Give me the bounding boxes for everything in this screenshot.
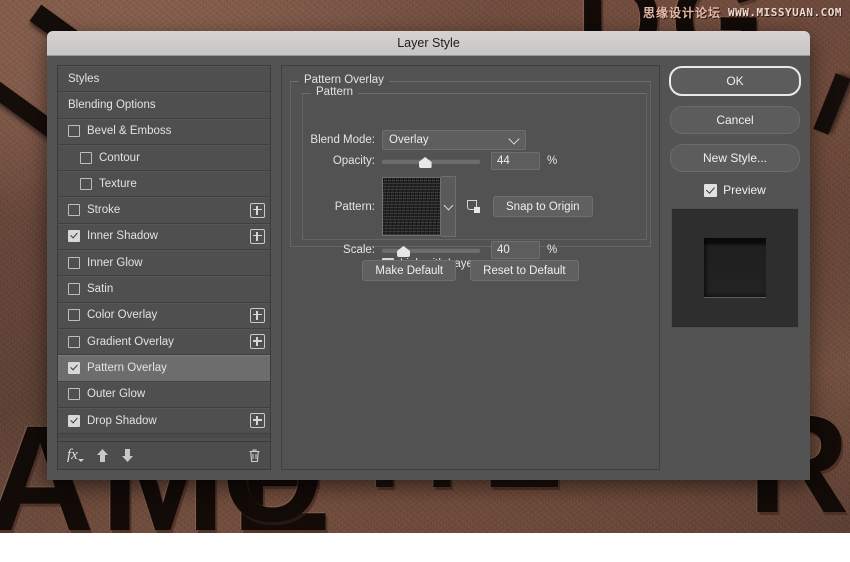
scale-slider-track bbox=[382, 248, 480, 253]
scale-label: Scale: bbox=[343, 244, 375, 256]
preview-checkbox[interactable] bbox=[704, 183, 718, 197]
effect-checkbox[interactable] bbox=[68, 361, 80, 374]
effect-checkbox[interactable] bbox=[68, 256, 80, 269]
effect-row-outer-glow[interactable]: Outer Glow bbox=[58, 381, 270, 408]
effect-label: Styles bbox=[68, 72, 100, 85]
effect-label: Blending Options bbox=[68, 98, 156, 111]
effect-row-contour[interactable]: Contour bbox=[58, 144, 270, 172]
options-panel: Pattern Overlay Pattern Blend Mode: Over… bbox=[281, 65, 660, 470]
effect-row-inner-glow[interactable]: Inner Glow bbox=[58, 250, 270, 277]
add-effect-icon[interactable] bbox=[250, 334, 265, 350]
preview-thumbnail-shape bbox=[704, 238, 766, 298]
scale-input[interactable]: 40 bbox=[491, 241, 540, 259]
blend-mode-value: Overlay bbox=[389, 134, 429, 146]
opacity-row: Opacity: 44 % bbox=[303, 152, 557, 170]
effect-label: Inner Shadow bbox=[87, 230, 158, 243]
new-pattern-icon-fill bbox=[474, 207, 480, 213]
effects-list: Styles Blending Options Bevel & Emboss Cont… bbox=[58, 66, 270, 438]
pattern-row: Pattern: Snap to Origin bbox=[303, 176, 593, 237]
blend-mode-row: Blend Mode: Overlay bbox=[303, 130, 526, 150]
preview-row[interactable]: Preview bbox=[704, 183, 766, 197]
opacity-unit: % bbox=[547, 155, 558, 167]
effect-checkbox[interactable] bbox=[68, 125, 80, 138]
watermark-chinese: 思缘设计论坛 bbox=[643, 6, 722, 20]
effect-row-styles[interactable]: Styles bbox=[58, 66, 270, 93]
effect-checkbox[interactable] bbox=[68, 283, 80, 296]
scale-slider[interactable] bbox=[382, 243, 480, 257]
add-effect-icon[interactable] bbox=[250, 228, 265, 244]
pattern-picker-dropdown[interactable] bbox=[441, 176, 456, 237]
effect-label: Pattern Overlay bbox=[87, 361, 167, 374]
effect-row-drop-shadow[interactable]: Drop Shadow bbox=[58, 407, 270, 435]
chevron-down-icon bbox=[443, 200, 453, 210]
default-buttons-row: Make Default Reset to Default bbox=[282, 260, 659, 281]
effects-toolbar: fx bbox=[58, 441, 270, 469]
fx-icon[interactable]: fx bbox=[67, 447, 84, 464]
effect-row-gradient-overlay[interactable]: Gradient Overlay bbox=[58, 328, 270, 356]
reset-to-default-button[interactable]: Reset to Default bbox=[470, 260, 579, 281]
effect-row-blending-options[interactable]: Blending Options bbox=[58, 92, 270, 119]
pattern-legend: Pattern bbox=[311, 86, 359, 98]
effect-row-bevel-emboss[interactable]: Bevel & Emboss bbox=[58, 118, 270, 145]
effect-row-pattern-overlay[interactable]: Pattern Overlay bbox=[58, 355, 270, 382]
actions-panel: OK Cancel New Style... Preview bbox=[669, 65, 801, 470]
layer-style-dialog: Layer Style Styles Blending Options Bevel … bbox=[47, 31, 810, 480]
effect-label: Stroke bbox=[87, 204, 121, 217]
blend-mode-select[interactable]: Overlay bbox=[382, 130, 526, 150]
snap-to-origin-button[interactable]: Snap to Origin bbox=[493, 196, 593, 217]
effect-row-color-overlay[interactable]: Color Overlay bbox=[58, 302, 270, 329]
arrow-up-icon[interactable] bbox=[96, 448, 109, 463]
trash-icon[interactable] bbox=[248, 448, 261, 463]
opacity-input[interactable]: 44 bbox=[491, 152, 540, 170]
effect-label: Gradient Overlay bbox=[87, 335, 174, 348]
effect-checkbox[interactable] bbox=[68, 335, 80, 348]
effect-checkbox[interactable] bbox=[68, 414, 80, 427]
effect-checkbox[interactable] bbox=[68, 204, 80, 217]
effect-label: Color Overlay bbox=[87, 309, 158, 322]
effect-label: Bevel & Emboss bbox=[87, 125, 172, 138]
opacity-slider[interactable] bbox=[382, 154, 480, 168]
scale-row: Scale: 40 % bbox=[303, 241, 557, 259]
new-style-button[interactable]: New Style... bbox=[670, 144, 800, 172]
dialog-titlebar[interactable]: Layer Style bbox=[47, 31, 810, 56]
watermark: 思缘设计论坛 WWW.MISSYUAN.COM bbox=[643, 4, 842, 21]
opacity-label: Opacity: bbox=[332, 155, 375, 167]
dialog-body: Styles Blending Options Bevel & Emboss Cont… bbox=[47, 56, 810, 480]
effect-checkbox[interactable] bbox=[80, 177, 92, 190]
preview-label: Preview bbox=[723, 183, 766, 197]
watermark-url: WWW.MISSYUAN.COM bbox=[728, 6, 842, 19]
make-default-button[interactable]: Make Default bbox=[362, 260, 457, 281]
effect-row-inner-shadow[interactable]: Inner Shadow bbox=[58, 223, 270, 251]
effect-checkbox[interactable] bbox=[68, 309, 80, 322]
new-pattern-icon[interactable] bbox=[467, 200, 480, 213]
add-effect-icon[interactable] bbox=[250, 307, 265, 323]
pattern-thumbnail[interactable] bbox=[382, 177, 441, 236]
effect-label: Contour bbox=[99, 151, 140, 164]
effect-checkbox[interactable] bbox=[80, 151, 92, 164]
ok-button[interactable]: OK bbox=[669, 66, 801, 96]
effect-label: Outer Glow bbox=[87, 388, 146, 401]
add-effect-icon[interactable] bbox=[250, 413, 265, 428]
add-effect-icon[interactable] bbox=[250, 202, 265, 218]
blend-mode-label: Blend Mode: bbox=[310, 134, 375, 146]
scale-unit: % bbox=[547, 244, 558, 256]
arrow-down-icon[interactable] bbox=[121, 448, 134, 463]
effect-label: Texture bbox=[99, 177, 137, 190]
dialog-title: Layer Style bbox=[397, 36, 460, 50]
effects-panel: Styles Blending Options Bevel & Emboss Cont… bbox=[57, 65, 271, 470]
cancel-button[interactable]: Cancel bbox=[670, 106, 800, 134]
effect-row-stroke[interactable]: Stroke bbox=[58, 197, 270, 224]
preview-thumbnail bbox=[671, 208, 799, 328]
effect-row-texture[interactable]: Texture bbox=[58, 171, 270, 198]
effect-label: Drop Shadow bbox=[87, 414, 157, 427]
pattern-fieldset: Pattern Blend Mode: Overlay Opacity: 44 … bbox=[302, 86, 647, 270]
effect-checkbox[interactable] bbox=[68, 388, 80, 401]
effect-checkbox[interactable] bbox=[68, 230, 80, 243]
pattern-label: Pattern: bbox=[334, 200, 375, 213]
effect-label: Satin bbox=[87, 283, 114, 296]
effect-label: Inner Glow bbox=[87, 256, 143, 269]
chevron-down-icon bbox=[508, 133, 520, 145]
pattern-overlay-legend: Pattern Overlay bbox=[299, 74, 389, 86]
effect-row-satin[interactable]: Satin bbox=[58, 276, 270, 303]
